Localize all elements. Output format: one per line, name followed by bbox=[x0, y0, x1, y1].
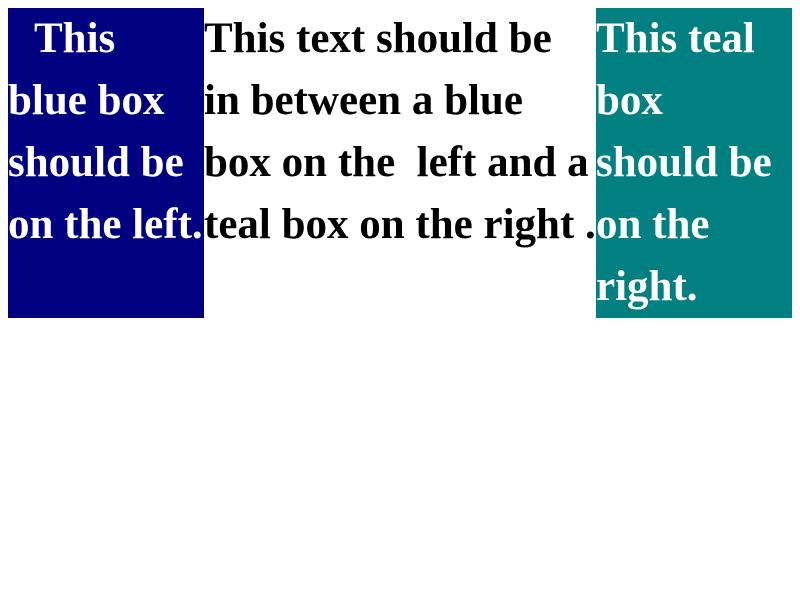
teal-box-text: This teal box should be on the right. bbox=[596, 15, 772, 310]
blue-box-text: This blue box should be on the left. bbox=[8, 15, 203, 248]
blue-box-left: This blue box should be on the left. bbox=[8, 8, 204, 318]
three-column-row: This blue box should be on the left. Thi… bbox=[8, 8, 792, 318]
teal-box-right: This teal box should be on the right. bbox=[596, 8, 792, 318]
middle-text: This text should be in between a blue bo… bbox=[204, 15, 596, 248]
